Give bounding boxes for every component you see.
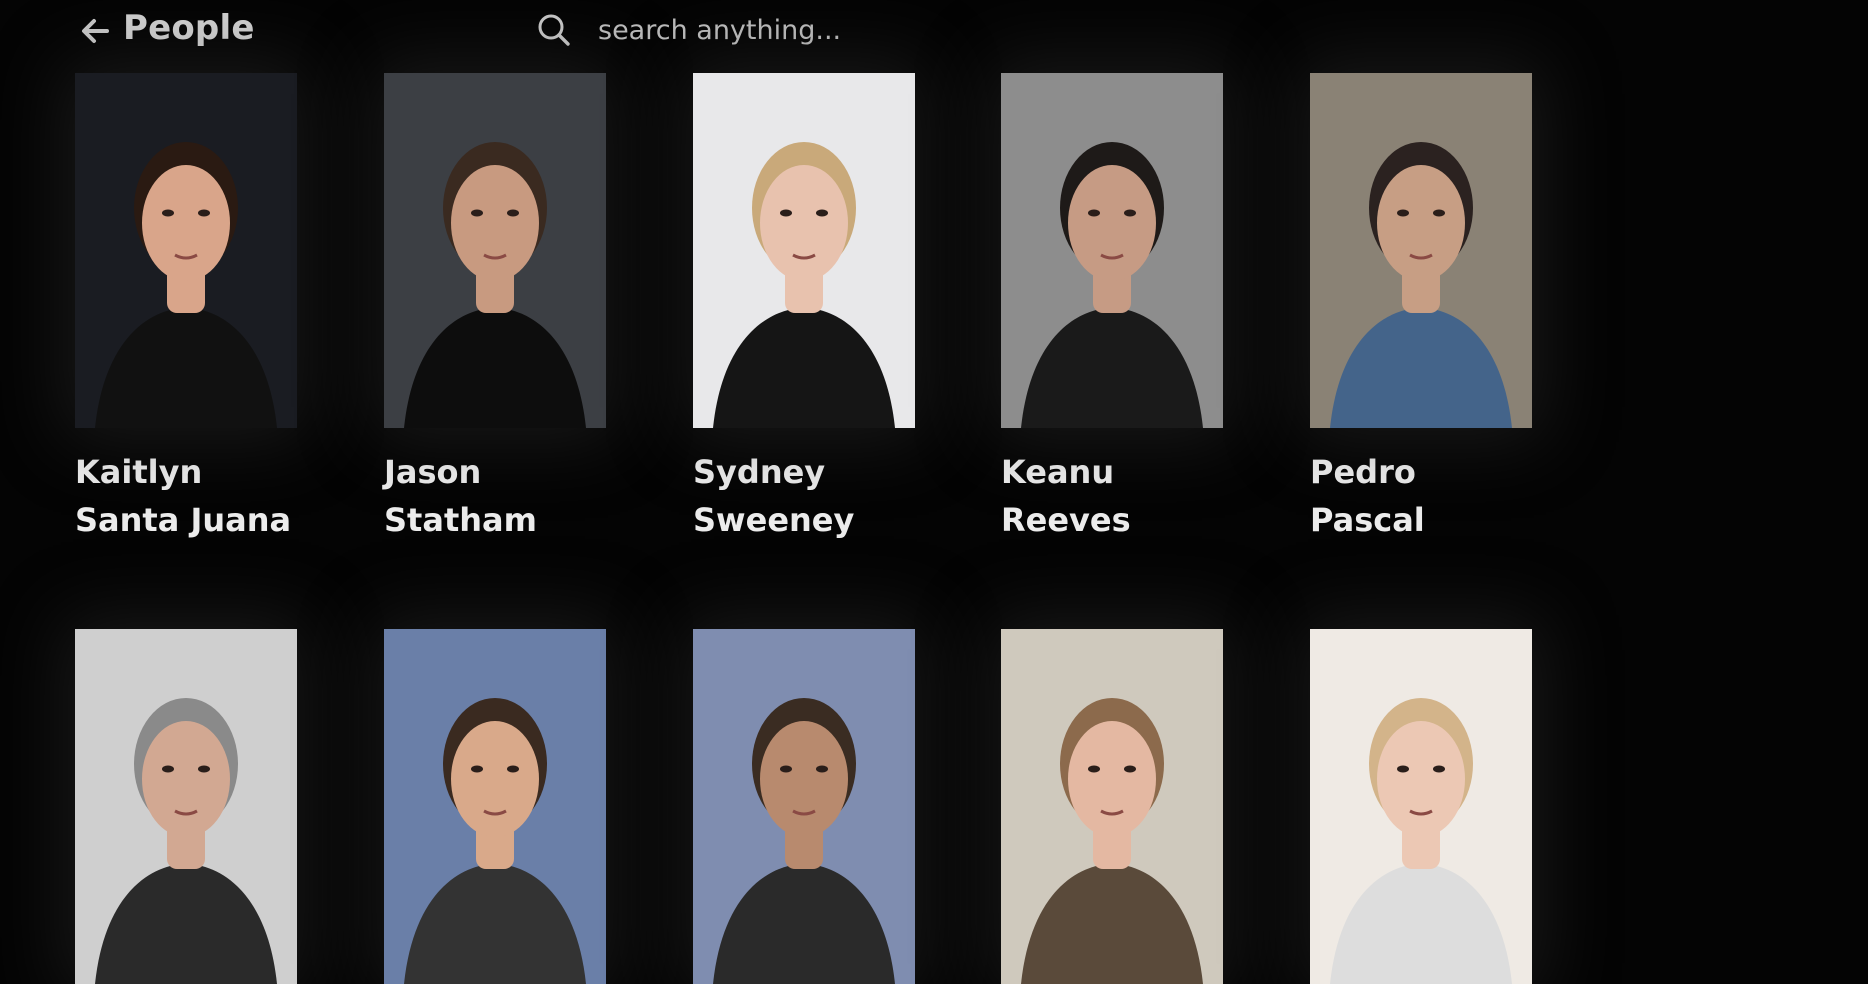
- person-photo[interactable]: [384, 629, 606, 984]
- top-bar: People: [0, 0, 1868, 62]
- person-photo[interactable]: [75, 73, 297, 428]
- person-name[interactable]: Kaitlyn Santa Juana: [75, 448, 297, 544]
- person-photo[interactable]: [1001, 629, 1223, 984]
- arrow-left-icon[interactable]: [78, 14, 112, 48]
- person-card[interactable]: [1001, 629, 1223, 984]
- person-card[interactable]: [1310, 629, 1532, 984]
- person-photo[interactable]: [1310, 629, 1532, 984]
- person-name[interactable]: Sydney Sweeney: [693, 448, 915, 544]
- person-photo[interactable]: [693, 629, 915, 984]
- person-name[interactable]: Pedro Pascal: [1310, 448, 1532, 544]
- person-card[interactable]: Kaitlyn Santa Juana: [75, 73, 297, 544]
- person-card[interactable]: Pedro Pascal: [1310, 73, 1532, 544]
- person-card[interactable]: [75, 629, 297, 984]
- person-card[interactable]: Jason Statham: [384, 73, 606, 544]
- person-photo[interactable]: [75, 629, 297, 984]
- search-icon[interactable]: [536, 12, 572, 48]
- person-name[interactable]: Jason Statham: [384, 448, 606, 544]
- search-input[interactable]: [598, 10, 1118, 50]
- person-photo[interactable]: [1001, 73, 1223, 428]
- person-photo[interactable]: [693, 73, 915, 428]
- person-card[interactable]: Sydney Sweeney: [693, 73, 915, 544]
- person-card[interactable]: [384, 629, 606, 984]
- page-title: People: [123, 8, 255, 48]
- person-card[interactable]: [693, 629, 915, 984]
- person-photo[interactable]: [384, 73, 606, 428]
- person-name[interactable]: Keanu Reeves: [1001, 448, 1223, 544]
- person-card[interactable]: Keanu Reeves: [1001, 73, 1223, 544]
- person-photo[interactable]: [1310, 73, 1532, 428]
